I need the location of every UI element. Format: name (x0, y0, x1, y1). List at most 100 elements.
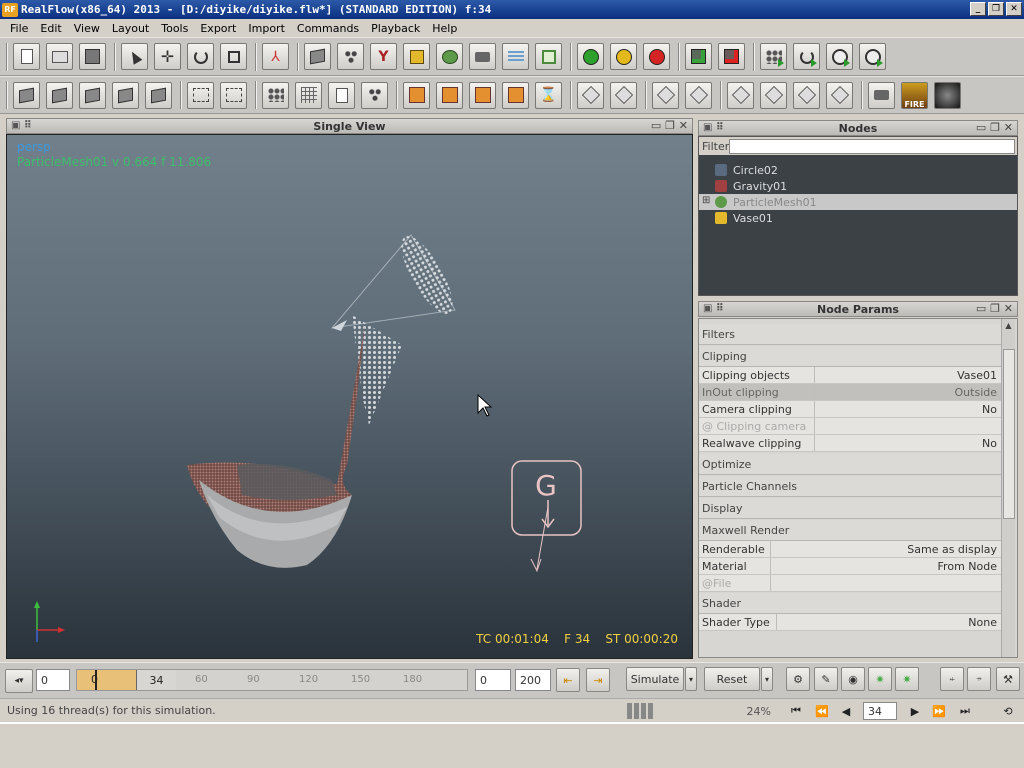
panel-window-controls[interactable]: ▭ ❐ ✕ (976, 121, 1013, 134)
param-inout-clipping[interactable]: InOut clipping Outside (699, 384, 1001, 401)
render-settings-button[interactable] (868, 81, 895, 109)
graph-editor-button[interactable] (262, 81, 289, 109)
node-vase01[interactable]: Vase01 (699, 210, 1017, 226)
prev-frame-button[interactable]: ⏪ (812, 702, 832, 720)
go-to-end-button[interactable]: ⏭ (955, 702, 975, 720)
node-particlemesh01[interactable]: ⊞ ParticleMesh01 (699, 194, 1017, 210)
time-button[interactable]: ⌛ (535, 81, 562, 109)
set-range-start-button[interactable]: ⇤ (556, 668, 580, 692)
set-range-end-button[interactable]: ⇥ (586, 668, 610, 692)
param-renderable[interactable]: Renderable Same as display (699, 541, 1001, 558)
cache-red-button[interactable] (643, 43, 670, 70)
section-optimize[interactable]: Optimize (699, 454, 1001, 475)
render-grid-3-button[interactable] (469, 81, 496, 109)
maximize-button[interactable]: ❐ (988, 2, 1004, 16)
menu-help[interactable]: Help (426, 22, 463, 35)
export-central-button[interactable]: ⚙ (786, 667, 810, 691)
shading-1-button[interactable] (727, 81, 754, 109)
menu-layout[interactable]: Layout (106, 22, 155, 35)
particle-dots-button[interactable] (361, 81, 388, 109)
curve-editor-button[interactable] (328, 81, 355, 109)
shape-3-button[interactable] (652, 81, 679, 109)
params-scrollbar[interactable]: ▲ (1001, 319, 1015, 657)
add-emitter-button[interactable] (337, 43, 364, 70)
view-persp-button[interactable] (112, 81, 139, 109)
render-grid-1-button[interactable] (403, 81, 430, 109)
current-frame-field[interactable]: 34 (863, 702, 897, 720)
panel-grip-icon[interactable]: ▣ ⠿ (703, 122, 724, 133)
shape-2-button[interactable] (610, 81, 637, 109)
timeline-options-button[interactable]: ◂▾ (5, 669, 33, 693)
render-grid-2-button[interactable] (436, 81, 463, 109)
simulation-flow-button[interactable]: ✷ (868, 667, 892, 691)
new-scene-button[interactable] (13, 43, 40, 70)
panel-window-controls[interactable]: ▭ ❐ ✕ (651, 119, 688, 132)
scroll-up-icon[interactable]: ▲ (1002, 321, 1015, 330)
save-scene-button[interactable] (79, 43, 106, 70)
shape-1-button[interactable] (577, 81, 604, 109)
batch-script-button[interactable] (760, 43, 787, 70)
add-daemon-button[interactable]: Y (370, 43, 397, 70)
export-all-button[interactable] (685, 43, 712, 70)
section-display[interactable]: Display (699, 498, 1001, 519)
timeline-max-field[interactable]: 200 (515, 669, 551, 691)
menu-export[interactable]: Export (194, 22, 242, 35)
menu-playback[interactable]: Playback (365, 22, 426, 35)
section-clipping[interactable]: Clipping (699, 346, 1001, 367)
add-object-button[interactable] (304, 43, 331, 70)
simulation-timer-button[interactable] (826, 43, 853, 70)
menu-import[interactable]: Import (242, 22, 291, 35)
menu-tools[interactable]: Tools (155, 22, 194, 35)
simulate-button[interactable]: Simulate (626, 667, 684, 691)
select-tool-button[interactable] (121, 43, 148, 70)
node-gravity01[interactable]: Gravity01 (699, 178, 1017, 194)
key-forward-button[interactable]: ⍆ (967, 667, 991, 691)
shading-4-button[interactable] (826, 81, 853, 109)
export-none-button[interactable] (718, 43, 745, 70)
play-forward-button[interactable]: ▶ (905, 702, 925, 720)
shading-3-button[interactable] (793, 81, 820, 109)
render-grid-4-button[interactable] (502, 81, 529, 109)
add-camera-button[interactable] (469, 43, 496, 70)
timeline-start-field[interactable]: 0 (36, 669, 70, 691)
preferences-button[interactable]: ✎ (814, 667, 838, 691)
next-frame-button[interactable]: ⏩ (929, 702, 949, 720)
3d-viewport[interactable]: persp ParticleMesh01 v 0.664 f 11.806 G … (6, 134, 693, 659)
fire-plugin-button[interactable]: FIRE (901, 81, 928, 109)
view-side-button[interactable] (46, 81, 73, 109)
view-front-button[interactable] (13, 81, 40, 109)
preview-button[interactable]: ◉ (841, 667, 865, 691)
panel-window-controls[interactable]: ▭ ❐ ✕ (976, 302, 1013, 315)
key-back-button[interactable]: ⍅ (940, 667, 964, 691)
simulation-flow-2-button[interactable]: ✷ (895, 667, 919, 691)
scale-tool-button[interactable] (220, 43, 247, 70)
section-particle-channels[interactable]: Particle Channels (699, 476, 1001, 497)
add-cube-button[interactable] (403, 43, 430, 70)
param-shader-type[interactable]: Shader Type None (699, 614, 1001, 631)
box-shaded-button[interactable] (220, 81, 247, 109)
view-camera-button[interactable] (145, 81, 172, 109)
reset-options-button[interactable]: ▾ (761, 667, 773, 691)
param-material[interactable]: Material From Node (699, 558, 1001, 575)
menu-edit[interactable]: Edit (34, 22, 67, 35)
param-clipping-objects[interactable]: Clipping objects Vase01 (699, 367, 1001, 384)
relationship-editor-button[interactable] (295, 81, 322, 109)
play-backward-button[interactable]: ◀ (836, 702, 856, 720)
panel-grip-icon[interactable]: ▣ ⠿ (703, 303, 724, 314)
open-scene-button[interactable] (46, 43, 73, 70)
add-grid-object-button[interactable] (535, 43, 562, 70)
section-filters[interactable]: Filters (699, 324, 1001, 345)
view-top-button[interactable] (79, 81, 106, 109)
scroll-thumb[interactable] (1003, 349, 1015, 519)
minimize-button[interactable]: _ (970, 2, 986, 16)
menu-commands[interactable]: Commands (291, 22, 365, 35)
bounding-box-button[interactable] (187, 81, 214, 109)
shading-2-button[interactable] (760, 81, 787, 109)
param-realwave-clipping[interactable]: Realwave clipping No (699, 435, 1001, 452)
render-view-button[interactable] (934, 81, 961, 109)
add-mesh-button[interactable] (436, 43, 463, 70)
node-circle02[interactable]: Circle02 (699, 162, 1017, 178)
panel-grip-icon[interactable]: ▣ ⠿ (11, 120, 32, 131)
menu-file[interactable]: File (4, 22, 34, 35)
go-to-start-button[interactable]: ⏮ (786, 702, 806, 720)
